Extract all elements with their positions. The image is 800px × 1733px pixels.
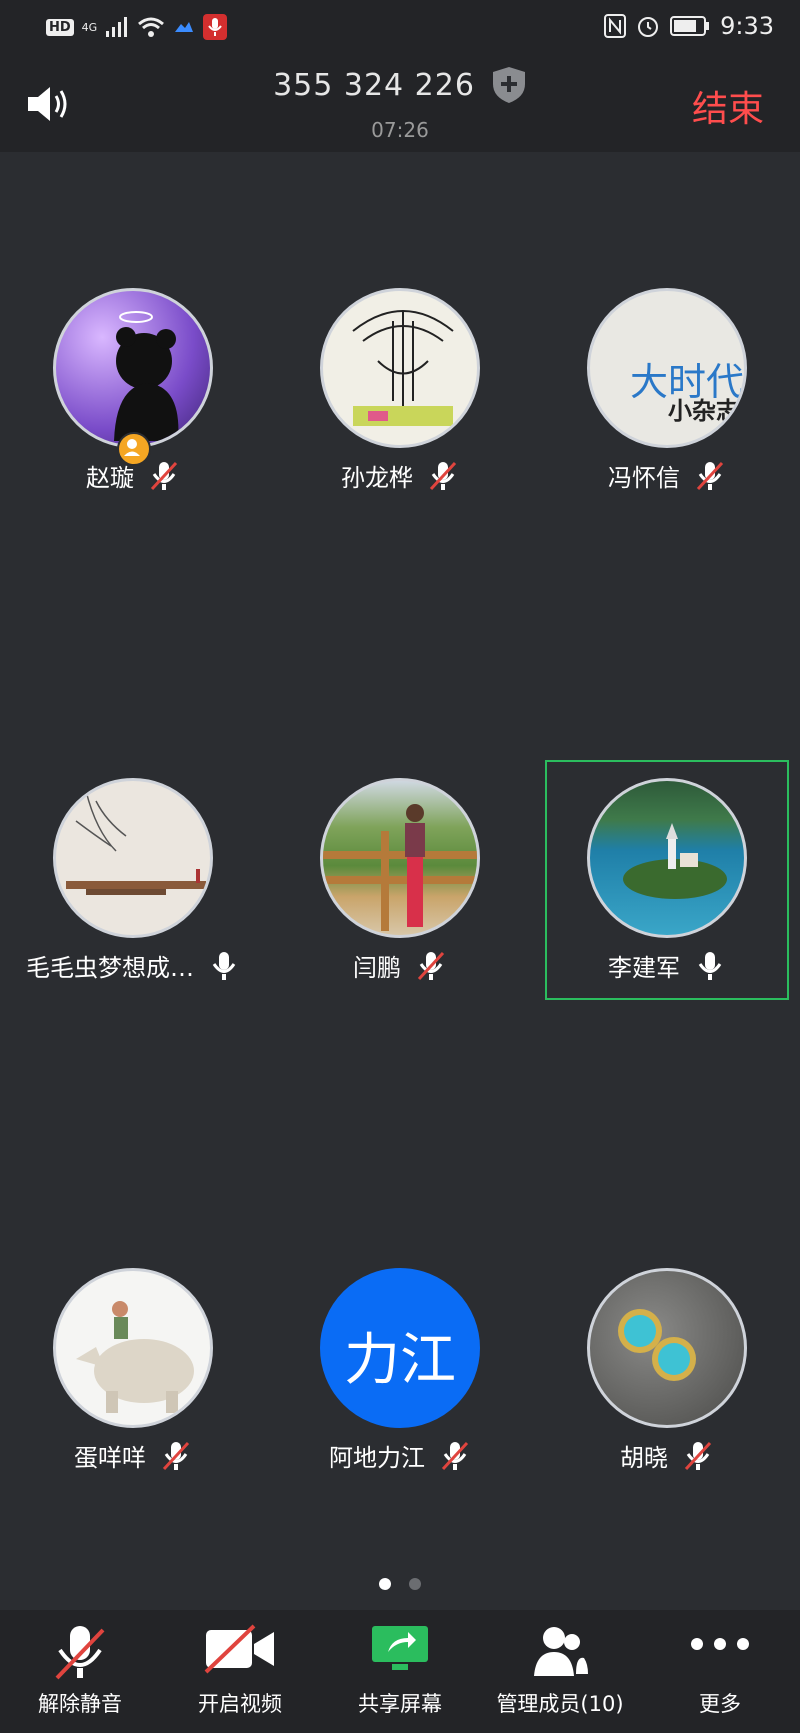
participant-tile[interactable]: 闫鹏 bbox=[280, 762, 520, 998]
avatar bbox=[320, 778, 480, 938]
participant-tile[interactable]: 毛毛虫梦想成… bbox=[13, 762, 253, 998]
clock: 9:33 bbox=[720, 12, 774, 40]
participant-name: 闫鹏 bbox=[353, 954, 401, 982]
mic-muted-icon bbox=[417, 951, 445, 980]
mic-muted-icon bbox=[162, 1441, 190, 1470]
participant-name: 阿地力江 bbox=[329, 1444, 425, 1472]
participant-name: 孙龙桦 bbox=[341, 464, 413, 492]
signal-icon bbox=[106, 17, 128, 37]
avatar: 大时代 小杂志 bbox=[587, 288, 747, 448]
participant-tile[interactable]: 赵璇 bbox=[13, 272, 253, 508]
bridge-image bbox=[66, 790, 206, 895]
silhouette-image bbox=[114, 311, 179, 441]
sketch-image bbox=[352, 310, 454, 426]
recording-mic-icon bbox=[203, 14, 228, 40]
share-screen-button[interactable]: 共享屏幕 bbox=[320, 1610, 480, 1733]
members-icon bbox=[534, 1627, 588, 1676]
magazine-cover-subtitle: 小杂志 bbox=[668, 397, 740, 425]
participant-name: 李建军 bbox=[608, 954, 680, 982]
more-button[interactable]: 更多 bbox=[640, 1610, 800, 1733]
participant-name: 冯怀信 bbox=[608, 464, 680, 492]
unmute-label: 解除静音 bbox=[38, 1692, 122, 1716]
start-video-button[interactable]: 开启视频 bbox=[160, 1610, 320, 1733]
status-bar: HD 4G 9:33 bbox=[0, 0, 800, 56]
meeting-id: 355 324 226 bbox=[273, 67, 475, 103]
battery-icon bbox=[670, 16, 710, 36]
manage-members-label: 管理成员(10) bbox=[496, 1692, 624, 1716]
mic-muted-icon bbox=[696, 461, 724, 490]
participant-name: 毛毛虫梦想成… bbox=[26, 954, 194, 982]
participant-tile[interactable]: 大时代 小杂志 冯怀信 bbox=[547, 272, 787, 508]
wifi-icon bbox=[138, 17, 165, 37]
avatar bbox=[587, 1268, 747, 1428]
meeting-header: 355 324 226 07:26 结束 bbox=[0, 56, 800, 152]
participant-tile[interactable]: 孙龙桦 bbox=[280, 272, 520, 508]
page-indicator[interactable] bbox=[0, 1578, 800, 1590]
end-meeting-button[interactable]: 结束 bbox=[692, 80, 764, 132]
avatar: 力江 bbox=[320, 1268, 480, 1428]
video-off-icon bbox=[204, 1624, 274, 1674]
share-screen-icon bbox=[372, 1626, 428, 1670]
mic-muted-icon bbox=[150, 461, 178, 490]
more-label: 更多 bbox=[699, 1692, 741, 1716]
mic-icon bbox=[212, 951, 236, 980]
person-fence-image bbox=[323, 804, 477, 931]
manage-members-button[interactable]: 管理成员(10) bbox=[480, 1610, 640, 1733]
avatar-initials: 力江 bbox=[344, 1328, 456, 1393]
hd-indicator: HD bbox=[46, 18, 74, 36]
mic-muted-icon bbox=[684, 1441, 712, 1470]
avatar bbox=[53, 778, 213, 938]
meeting-timer: 07:26 bbox=[371, 118, 429, 142]
rhino-figurine-image bbox=[76, 1301, 194, 1413]
network-type: 4G bbox=[81, 20, 98, 34]
participant-name: 胡晓 bbox=[620, 1444, 668, 1472]
avatar bbox=[53, 1268, 213, 1428]
cloud-icon bbox=[175, 22, 194, 32]
lake-island-image bbox=[623, 823, 727, 899]
avatar bbox=[320, 288, 480, 448]
avatar bbox=[587, 778, 747, 938]
share-screen-label: 共享屏幕 bbox=[358, 1692, 442, 1716]
more-icon bbox=[691, 1638, 749, 1650]
mic-icon bbox=[698, 951, 722, 980]
participant-tile-active-speaker[interactable]: 李建军 bbox=[545, 760, 789, 1000]
earrings-image bbox=[618, 1309, 696, 1381]
participant-tile[interactable]: 力江 阿地力江 bbox=[280, 1252, 520, 1488]
participant-name: 蛋咩咩 bbox=[74, 1444, 146, 1472]
meeting-id-row[interactable]: 355 324 226 bbox=[0, 66, 800, 104]
shield-icon[interactable] bbox=[491, 66, 527, 104]
mic-muted-icon bbox=[429, 461, 457, 490]
bottom-toolbar: 解除静音 开启视频 共享屏幕 管理成员(10) 更多 bbox=[0, 1610, 800, 1733]
mic-muted-icon bbox=[55, 1626, 105, 1680]
page-dot-active[interactable] bbox=[379, 1578, 391, 1590]
alarm-icon bbox=[638, 17, 659, 37]
nfc-icon bbox=[604, 14, 627, 38]
avatar bbox=[53, 288, 213, 448]
participant-tile[interactable]: 胡晓 bbox=[547, 1252, 787, 1488]
start-video-label: 开启视频 bbox=[198, 1692, 282, 1716]
participant-tile[interactable]: 蛋咩咩 bbox=[13, 1252, 253, 1488]
page-dot[interactable] bbox=[409, 1578, 421, 1590]
unmute-button[interactable]: 解除静音 bbox=[0, 1610, 160, 1733]
participant-name: 赵璇 bbox=[86, 464, 134, 492]
mic-muted-icon bbox=[441, 1441, 469, 1470]
